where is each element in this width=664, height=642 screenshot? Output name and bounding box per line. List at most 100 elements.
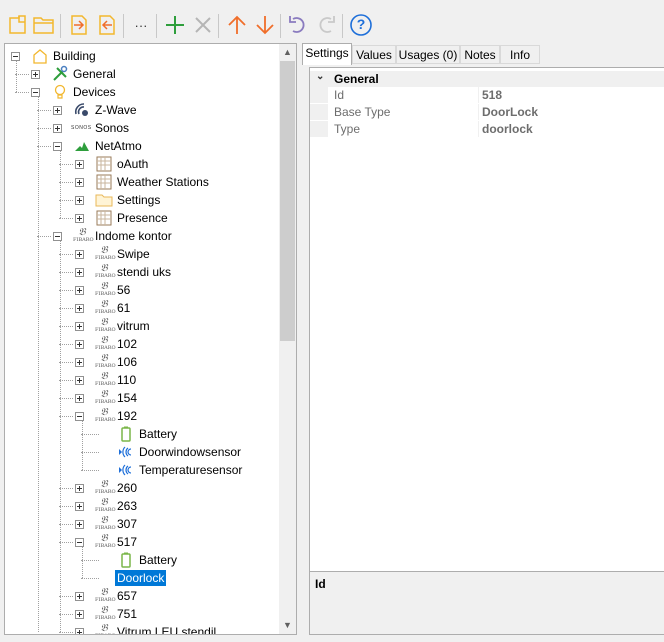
move-up-icon[interactable] <box>224 12 250 38</box>
tree-item-label: Devices <box>73 85 116 99</box>
delete-icon[interactable] <box>190 12 216 38</box>
expand-icon[interactable] <box>75 214 84 223</box>
tree-item-label: 61 <box>117 301 131 315</box>
tree-item[interactable]: 𝔅 FIBARO 106 <box>5 353 278 371</box>
property-value[interactable]: 518 <box>482 88 502 102</box>
tree-item[interactable]: 𝔅 FIBARO 56 <box>5 281 278 299</box>
tree-item[interactable]: 𝔅 FIBARO 263 <box>5 497 278 515</box>
property-category[interactable]: ⌄ General <box>310 71 664 87</box>
expand-icon[interactable] <box>75 610 84 619</box>
collapse-icon[interactable] <box>75 412 84 421</box>
device-tree[interactable]: Building General Devices Z-Wave SONOS Sonos Ne… <box>4 43 297 635</box>
expand-icon[interactable] <box>75 592 84 601</box>
property-value[interactable]: DoorLock <box>482 105 538 119</box>
property-row-base-type[interactable]: Base Type DoorLock <box>310 104 664 120</box>
tree-item[interactable]: Devices <box>5 83 278 101</box>
tab-info[interactable]: Info <box>500 45 540 64</box>
tree-item[interactable]: 𝔅 FIBARO 657 <box>5 587 278 605</box>
tree-item[interactable]: Building <box>5 47 278 65</box>
tree-item[interactable]: Temperaturesensor <box>5 461 278 479</box>
collapse-icon[interactable] <box>31 88 40 97</box>
export-icon[interactable] <box>94 12 120 38</box>
collapse-icon[interactable] <box>75 538 84 547</box>
expand-icon[interactable] <box>75 358 84 367</box>
import-icon[interactable] <box>66 12 92 38</box>
tree-item-label: NetAtmo <box>95 139 142 153</box>
collapse-icon[interactable] <box>11 52 20 61</box>
expand-icon[interactable] <box>31 70 40 79</box>
expand-icon[interactable] <box>75 394 84 403</box>
tree-item[interactable]: 𝔅 FIBARO 61 <box>5 299 278 317</box>
tree-item[interactable]: Settings <box>5 191 278 209</box>
expand-icon[interactable] <box>75 304 84 313</box>
collapse-icon[interactable] <box>53 232 62 241</box>
property-row-id[interactable]: Id 518 <box>310 87 664 103</box>
tree-item[interactable]: SONOS Sonos <box>5 119 278 137</box>
expand-icon[interactable] <box>75 502 84 511</box>
tree-item[interactable]: 𝔅 FIBARO 260 <box>5 479 278 497</box>
expand-icon[interactable] <box>53 106 62 115</box>
tree-item[interactable]: oAuth <box>5 155 278 173</box>
scroll-thumb[interactable] <box>280 61 295 341</box>
tree-item[interactable]: 𝔅 FIBARO vitrum <box>5 317 278 335</box>
tab-usages[interactable]: Usages (0) <box>396 45 460 64</box>
expand-icon[interactable] <box>75 340 84 349</box>
tab-notes[interactable]: Notes <box>460 45 500 64</box>
scroll-up-icon[interactable]: ▲ <box>279 44 296 61</box>
move-down-icon[interactable] <box>252 12 278 38</box>
tree-item[interactable]: 𝔅FIBAROVitrum LEU stendil <box>5 623 278 634</box>
expand-icon[interactable] <box>75 286 84 295</box>
tree-item[interactable]: Doorwindowsensor <box>5 443 278 461</box>
collapse-icon[interactable]: ⌄ <box>316 71 324 82</box>
tree-item[interactable]: Doorlock <box>5 569 278 587</box>
tree-item[interactable]: 𝔅 FIBARO 192 <box>5 407 278 425</box>
tree-item[interactable]: Presence <box>5 209 278 227</box>
more-icon[interactable]: ··· <box>128 12 154 38</box>
tree-item[interactable]: 𝔅 FIBARO 102 <box>5 335 278 353</box>
tree-item[interactable]: NetAtmo <box>5 137 278 155</box>
help-icon[interactable]: ? <box>348 12 374 38</box>
undo-icon[interactable] <box>285 12 311 38</box>
expand-icon[interactable] <box>75 160 84 169</box>
expand-icon[interactable] <box>53 124 62 133</box>
toolbar: ··· ? <box>0 0 664 42</box>
tree-scrollbar[interactable]: ▲ ▼ <box>279 44 296 634</box>
redo-icon[interactable] <box>313 12 339 38</box>
property-name: Type <box>334 122 361 136</box>
expand-icon[interactable] <box>75 520 84 529</box>
row-divider <box>478 121 479 137</box>
tree-item[interactable]: 𝔅 FIBARO 154 <box>5 389 278 407</box>
tree-item[interactable]: 𝔅 FIBARO Indome kontor <box>5 227 278 245</box>
new-document-icon[interactable] <box>5 12 31 38</box>
property-grid[interactable]: ⌄ General Id 518 Base Type DoorLock Type… <box>309 67 664 610</box>
collapse-icon[interactable] <box>53 142 62 151</box>
battery-icon <box>117 551 135 569</box>
tree-item[interactable]: 𝔅 FIBARO Swipe <box>5 245 278 263</box>
tree-item[interactable]: 𝔅 FIBARO stendi uks <box>5 263 278 281</box>
open-folder-icon[interactable] <box>31 12 57 38</box>
expand-icon[interactable] <box>75 268 84 277</box>
add-icon[interactable] <box>162 12 188 38</box>
expand-icon[interactable] <box>75 178 84 187</box>
tab-values[interactable]: Values <box>352 45 396 64</box>
tree-item[interactable]: Z-Wave <box>5 101 278 119</box>
tab-settings[interactable]: Settings <box>302 43 352 65</box>
tree-item[interactable]: Battery <box>5 551 278 569</box>
scroll-down-icon[interactable]: ▼ <box>279 617 296 634</box>
property-row-type[interactable]: Type doorlock <box>310 121 664 137</box>
tree-item[interactable]: 𝔅 FIBARO 307 <box>5 515 278 533</box>
tree-item[interactable]: General <box>5 65 278 83</box>
tree-item[interactable]: 𝔅 FIBARO 517 <box>5 533 278 551</box>
expand-icon[interactable] <box>75 376 84 385</box>
tree-item[interactable]: Battery <box>5 425 278 443</box>
tree-item[interactable]: Weather Stations <box>5 173 278 191</box>
tree-item[interactable]: 𝔅 FIBARO 751 <box>5 605 278 623</box>
expand-icon[interactable] <box>75 250 84 259</box>
expand-icon[interactable] <box>75 196 84 205</box>
toolbar-separator <box>123 14 124 38</box>
property-value[interactable]: doorlock <box>482 122 533 136</box>
expand-icon[interactable] <box>75 484 84 493</box>
expand-icon[interactable] <box>75 322 84 331</box>
tree-item[interactable]: 𝔅 FIBARO 110 <box>5 371 278 389</box>
expand-icon[interactable] <box>75 628 84 634</box>
